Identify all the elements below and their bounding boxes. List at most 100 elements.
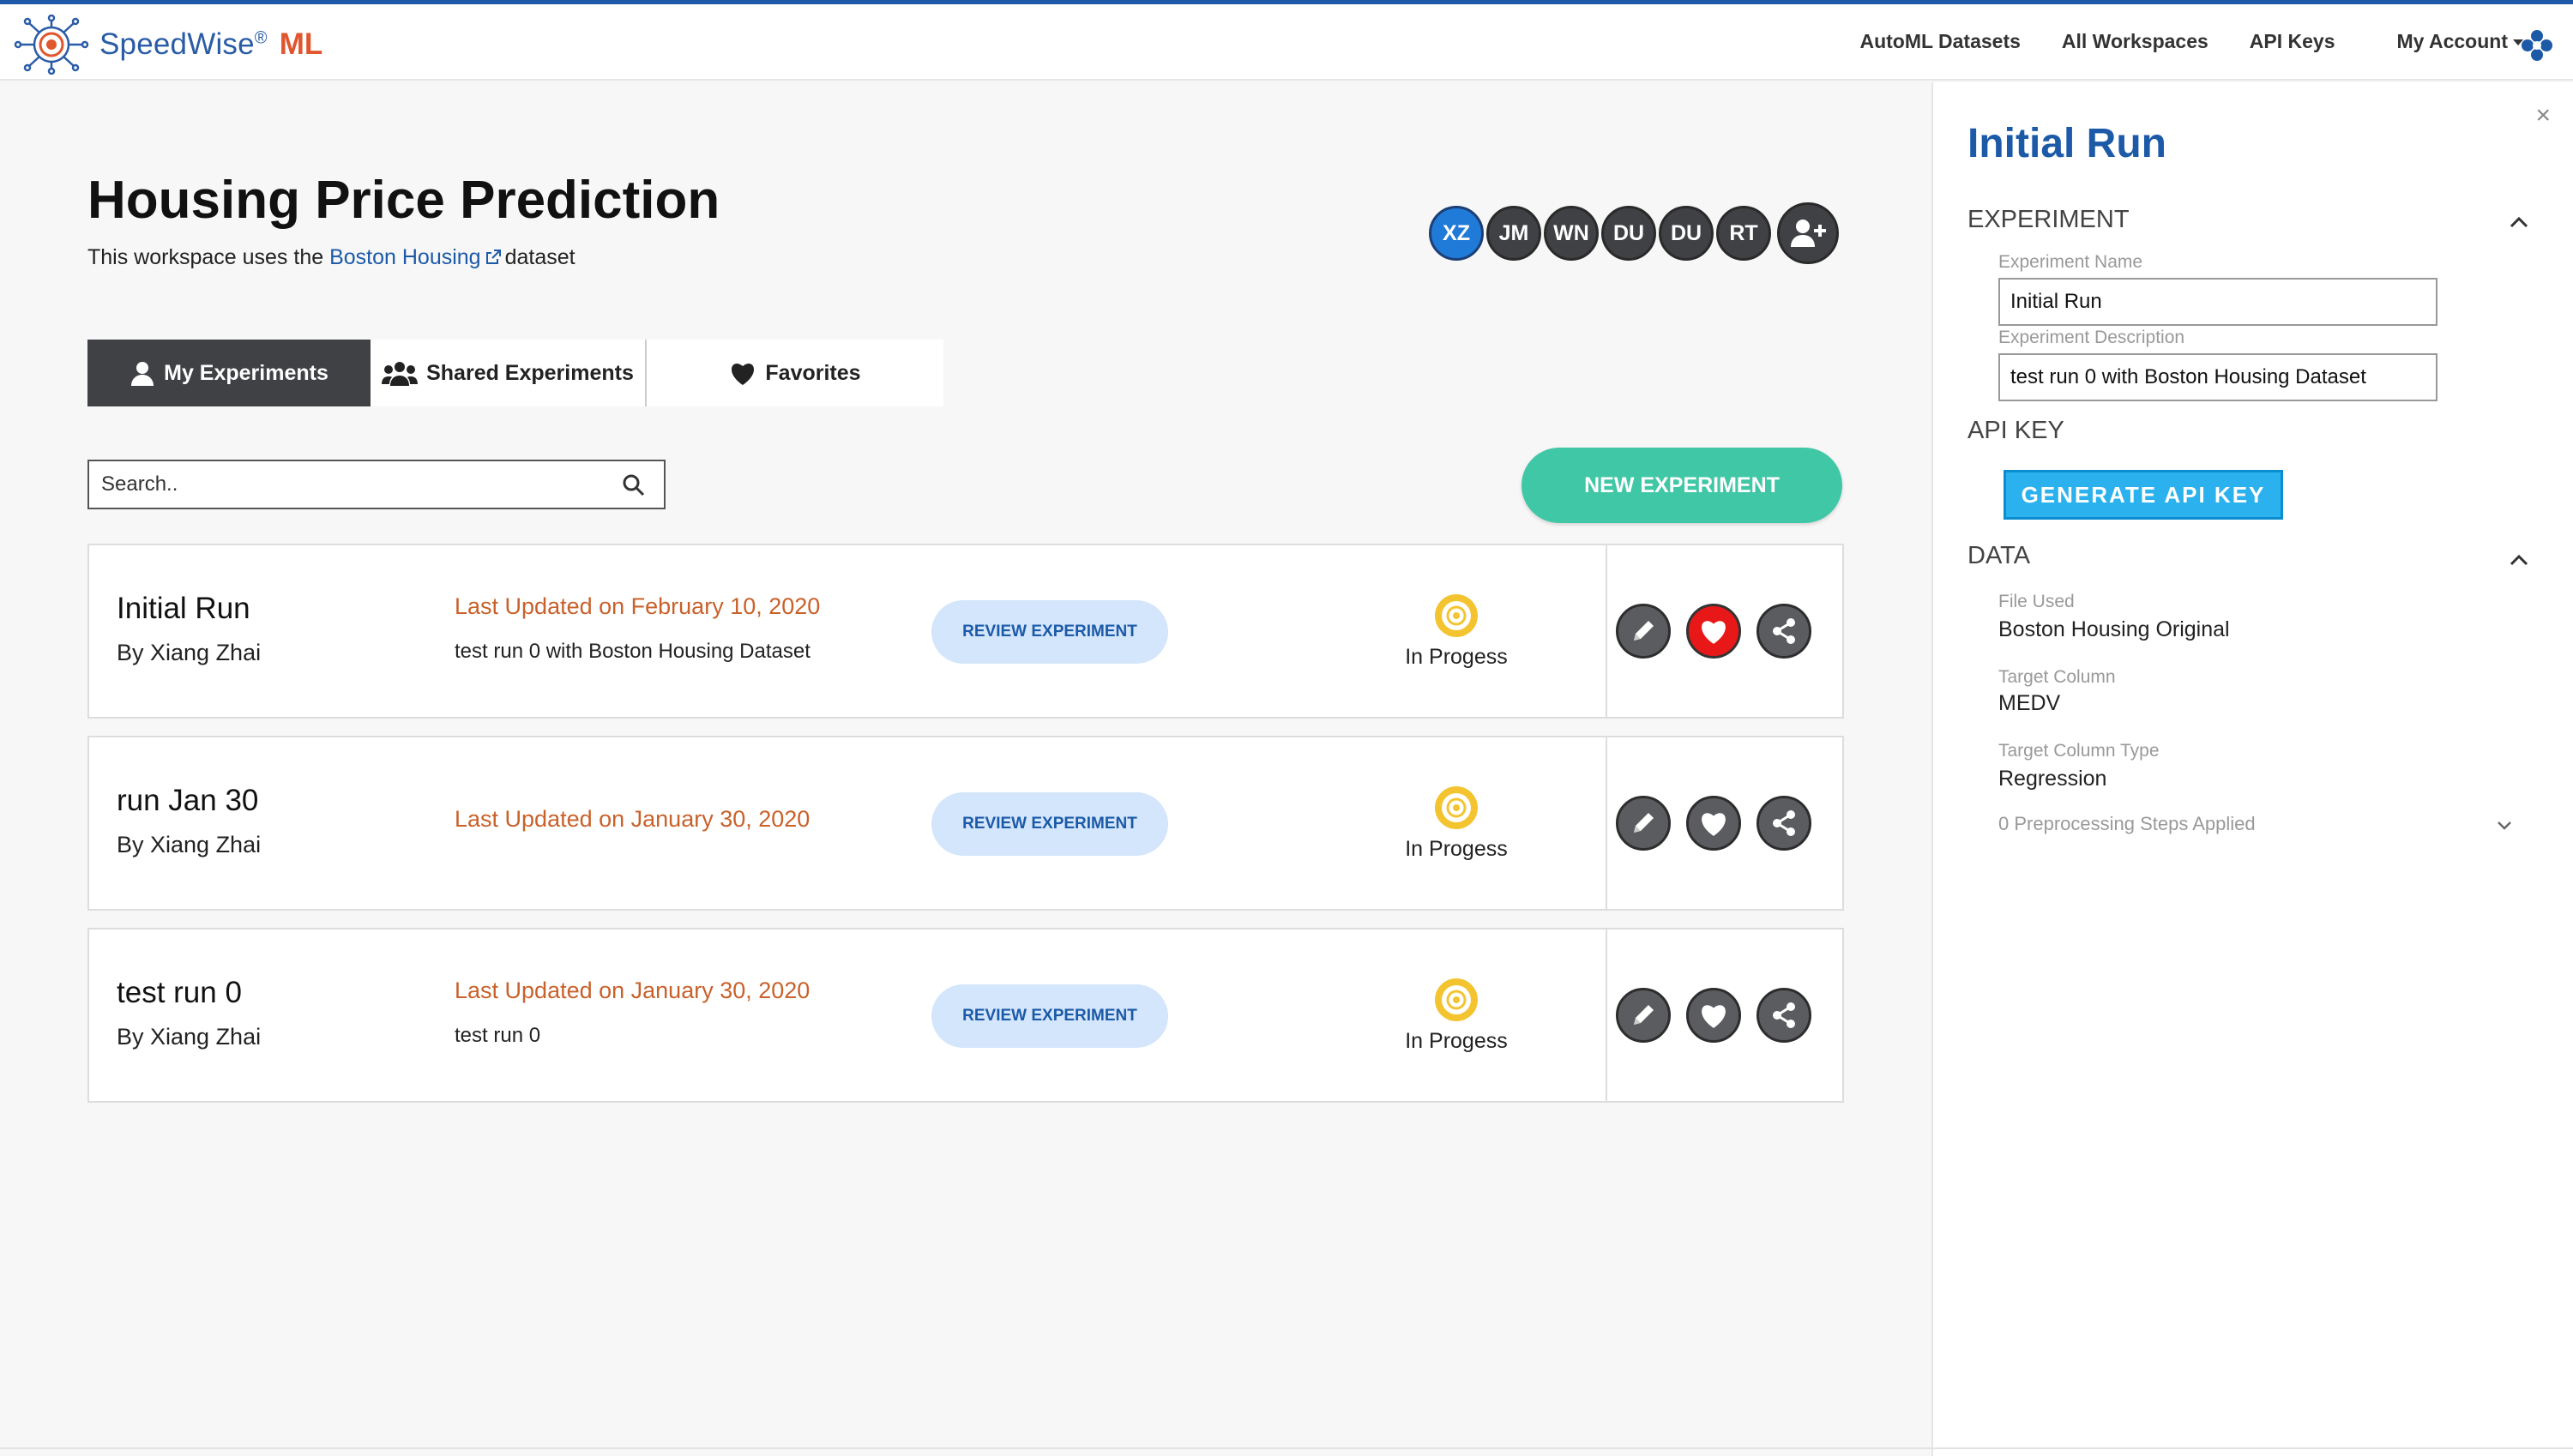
share-icon	[1773, 1002, 1795, 1028]
edit-button[interactable]	[1616, 988, 1671, 1043]
experiment-author: By Xiang Zhai	[117, 1024, 262, 1050]
api-key-section-header: API KEY	[1967, 417, 2064, 444]
experiment-author: By Xiang Zhai	[117, 832, 262, 857]
experiment-updated: Last Updated on January 30, 2020	[455, 806, 810, 832]
search-input[interactable]	[89, 472, 604, 496]
avatar[interactable]: DU	[1601, 206, 1656, 261]
pencil-icon	[1634, 813, 1654, 833]
share-icon	[1773, 618, 1795, 644]
share-button[interactable]	[1757, 604, 1811, 659]
experiment-tabs: My Experiments Shared Experiments Favori…	[87, 340, 943, 406]
experiment-updated: Last Updated on February 10, 2020	[455, 593, 821, 619]
tab-my-experiments[interactable]: My Experiments	[87, 340, 371, 406]
card-divider	[1606, 545, 1607, 717]
in-progress-icon	[1435, 786, 1478, 829]
avatar[interactable]: DU	[1659, 206, 1714, 261]
close-icon[interactable]: ×	[2535, 101, 2551, 130]
favorite-button[interactable]	[1686, 988, 1741, 1043]
page-title: Housing Price Prediction	[87, 171, 720, 230]
experiment-updated: Last Updated on January 30, 2020	[455, 978, 810, 1003]
avatar[interactable]: WN	[1544, 206, 1599, 261]
nav-automl-datasets[interactable]: AutoML Datasets	[1859, 30, 2020, 53]
add-user-button[interactable]	[1777, 202, 1839, 264]
in-progress-icon	[1435, 978, 1478, 1021]
in-progress-icon	[1435, 594, 1478, 637]
data-section-header: DATA	[1967, 542, 2031, 569]
experiment-description: test run 0 with Boston Housing Dataset	[455, 640, 810, 663]
workspace-main: Housing Price Prediction This workspace …	[0, 82, 1930, 1456]
chevron-up-icon[interactable]	[2510, 213, 2528, 232]
target-column-label: Target Column	[1998, 667, 2116, 687]
share-icon	[1773, 810, 1795, 836]
workspace-subtitle: This workspace uses the Boston Housing da…	[87, 245, 575, 269]
experiment-details-panel: × Initial Run EXPERIMENT Experiment Name…	[1931, 82, 2573, 1456]
chevron-down-icon[interactable]	[2496, 816, 2513, 833]
experiment-section-header: EXPERIMENT	[1967, 206, 2130, 233]
tab-favorites[interactable]: Favorites	[647, 340, 943, 406]
experiment-name-label: Experiment Name	[1998, 252, 2143, 272]
edit-button[interactable]	[1616, 796, 1671, 851]
experiment-status: In Progess	[1405, 1029, 1508, 1053]
nav-api-keys[interactable]: API Keys	[2250, 30, 2335, 53]
chevron-up-icon[interactable]	[2510, 551, 2528, 569]
top-navbar: SpeedWise® ML AutoML Datasets All Worksp…	[0, 0, 2573, 81]
brand-name: SpeedWise®	[99, 27, 268, 61]
favorite-button[interactable]	[1686, 604, 1741, 659]
brand-logo[interactable]: SpeedWise® ML	[12, 15, 323, 75]
tab-shared-experiments[interactable]: Shared Experiments	[371, 340, 647, 406]
edit-button[interactable]	[1616, 604, 1671, 659]
nav-all-workspaces[interactable]: All Workspaces	[2062, 30, 2208, 53]
top-nav: AutoML Datasets All Workspaces API Keys …	[1859, 30, 2573, 53]
heart-icon	[1702, 813, 1726, 836]
bottom-divider	[0, 1447, 2573, 1449]
heart-icon	[1702, 1005, 1726, 1028]
experiment-name[interactable]: Initial Run	[117, 592, 250, 626]
heart-icon	[1702, 621, 1726, 644]
target-column-value: MEDV	[1998, 691, 2061, 715]
experiment-name[interactable]: run Jan 30	[117, 784, 258, 818]
heart-icon	[732, 364, 755, 385]
experiment-description: test run 0	[455, 1024, 541, 1047]
review-experiment-button[interactable]: REVIEW EXPERIMENT	[931, 600, 1168, 664]
favorite-button[interactable]	[1686, 796, 1741, 851]
experiment-description-field[interactable]	[1998, 353, 2437, 401]
generate-api-key-button[interactable]: GENERATE API KEY	[2004, 470, 2283, 520]
card-divider	[1606, 737, 1607, 909]
file-used-label: File Used	[1998, 592, 2075, 611]
nav-my-account-dropdown[interactable]: My Account	[2397, 30, 2523, 53]
share-button[interactable]	[1757, 796, 1811, 851]
preprocessing-steps[interactable]: 0 Preprocessing Steps Applied	[1998, 813, 2256, 835]
experiment-card: Initial Run By Xiang Zhai Last Updated o…	[87, 544, 1844, 719]
brand-ml: ML	[279, 27, 323, 61]
panel-title: Initial Run	[1967, 121, 2166, 166]
review-experiment-button[interactable]: REVIEW EXPERIMENT	[931, 792, 1168, 856]
pencil-icon	[1634, 621, 1654, 641]
experiment-card: test run 0 By Xiang Zhai Last Updated on…	[87, 928, 1844, 1103]
card-divider	[1606, 930, 1607, 1101]
external-link-icon[interactable]	[485, 249, 502, 266]
target-column-type-label: Target Column Type	[1998, 741, 2160, 761]
pencil-icon	[1634, 1005, 1654, 1025]
search-icon[interactable]	[623, 474, 645, 496]
avatar[interactable]: XZ	[1429, 206, 1484, 261]
avatar[interactable]: RT	[1716, 206, 1771, 261]
experiment-description-label: Experiment Description	[1998, 328, 2185, 347]
apps-flower-icon[interactable]	[2520, 28, 2554, 63]
search-box	[87, 460, 666, 509]
experiment-name-field[interactable]	[1998, 278, 2437, 326]
users-icon	[382, 362, 419, 386]
share-button[interactable]	[1757, 988, 1811, 1043]
experiment-status: In Progess	[1405, 645, 1508, 669]
experiment-author: By Xiang Zhai	[117, 640, 262, 665]
collaborator-avatars: XZ JM WN DU DU RT	[1429, 202, 1841, 264]
dataset-link[interactable]: Boston Housing	[329, 245, 481, 269]
file-used-value: Boston Housing Original	[1998, 617, 2230, 641]
avatar[interactable]: JM	[1486, 206, 1541, 261]
review-experiment-button[interactable]: REVIEW EXPERIMENT	[931, 984, 1168, 1048]
experiment-card: run Jan 30 By Xiang Zhai Last Updated on…	[87, 736, 1844, 911]
new-experiment-button[interactable]: NEW EXPERIMENT	[1522, 448, 1842, 523]
target-column-type-value: Regression	[1998, 767, 2107, 791]
user-icon	[131, 362, 154, 386]
experiment-name[interactable]: test run 0	[117, 976, 242, 1010]
speedwise-logo-icon	[14, 15, 89, 75]
